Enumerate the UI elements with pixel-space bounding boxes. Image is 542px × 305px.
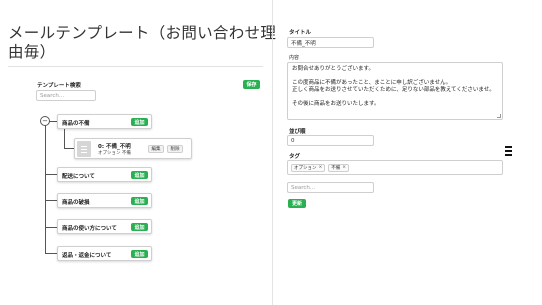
tree-node[interactable]: 商品の破損 追加 <box>57 193 152 208</box>
tree-node-label: 返品・返金について <box>62 253 112 259</box>
add-child-button[interactable]: 追加 <box>131 171 148 179</box>
tree-node[interactable]: 商品の使い方について 追加 <box>57 219 152 234</box>
body-line: この度商品に不備があったこと、まことに申し訳ございません。 <box>292 80 452 86</box>
template-tree-pane: メールテンプレート（お問い合わせ理由毎） テンプレート検索 Search... … <box>0 0 276 305</box>
add-child-button[interactable]: 追加 <box>131 223 148 231</box>
body-line: 正しく商品をお送りさせていただくために、足りない部品を教えてくださいませ。 <box>292 87 495 93</box>
tree-child-branch-line <box>64 148 74 149</box>
tree-node[interactable]: 返品・返金について 追加 <box>57 246 152 261</box>
delete-button[interactable]: 削除 <box>167 145 183 153</box>
order-input[interactable]: 0 <box>287 135 374 146</box>
collapse-toggle-button[interactable]: − <box>40 116 50 126</box>
body-field-label: 内容 <box>289 55 300 61</box>
tag-search-input[interactable]: Search... <box>287 182 374 193</box>
update-button[interactable]: 更新 <box>288 199 306 208</box>
page-title: メールテンプレート（お問い合わせ理由毎） <box>8 24 277 61</box>
save-button[interactable]: 保存 <box>243 80 260 89</box>
tag-field-label: タグ <box>289 154 301 160</box>
body-textarea[interactable]: お問合せありがとうございます。 この度商品に不備があったこと、まことに申し訳ござ… <box>287 62 503 120</box>
tree-node-label: 商品の使い方について <box>62 226 117 232</box>
tree-branch-line <box>45 253 57 254</box>
tree-trunk-line <box>45 121 46 253</box>
remove-tag-icon[interactable]: × <box>342 165 346 170</box>
tree-child-line <box>64 129 65 148</box>
remove-tag-icon[interactable]: × <box>319 165 323 170</box>
resize-handle-icon[interactable] <box>497 114 501 118</box>
body-line <box>292 73 498 80</box>
drag-handle[interactable] <box>77 141 91 157</box>
child-node-title: 0: 不備_不明 <box>98 144 131 150</box>
tree-branch-line <box>45 174 57 175</box>
template-search-input[interactable]: Search... <box>36 90 96 101</box>
tree-node-label: 配送について <box>62 174 95 180</box>
tag-chip: オプション × <box>291 163 326 172</box>
template-search-label: テンプレート検索 <box>37 83 81 89</box>
body-line: お問合せありがとうございます。 <box>292 66 374 72</box>
tag-selector[interactable]: オプション × 不備 × <box>287 160 503 175</box>
tag-chip-label: オプション <box>294 165 317 171</box>
body-line: その後に商品をお送りいたします。 <box>292 101 380 107</box>
title-divider <box>8 66 263 67</box>
add-child-button[interactable]: 追加 <box>131 250 148 258</box>
edit-button[interactable]: 編集 <box>148 145 164 153</box>
tag-chip-label: 不備 <box>331 165 341 171</box>
add-child-button[interactable]: 追加 <box>131 118 148 126</box>
tree-node[interactable]: 配送について 追加 <box>57 167 152 182</box>
pane-divider <box>272 0 273 305</box>
menu-icon[interactable] <box>505 146 512 156</box>
tree-node[interactable]: 商品の不備 追加 <box>57 114 152 129</box>
tree-node-label: 商品の不備 <box>62 121 90 127</box>
child-node-tags: オプション 不備 <box>98 151 131 156</box>
title-field-label: タイトル <box>289 30 312 36</box>
title-input[interactable]: 不備_不明 <box>287 37 374 48</box>
tree-node-label: 商品の破損 <box>62 200 90 206</box>
add-child-button[interactable]: 追加 <box>131 197 148 205</box>
body-line <box>292 94 498 101</box>
tree-child-node[interactable]: 0: 不備_不明 オプション 不備 編集 削除 <box>74 138 192 159</box>
tag-chip: 不備 × <box>328 163 350 172</box>
tree-branch-line <box>45 227 57 228</box>
tree-branch-line <box>45 200 57 201</box>
order-field-label: 並び順 <box>289 129 306 135</box>
